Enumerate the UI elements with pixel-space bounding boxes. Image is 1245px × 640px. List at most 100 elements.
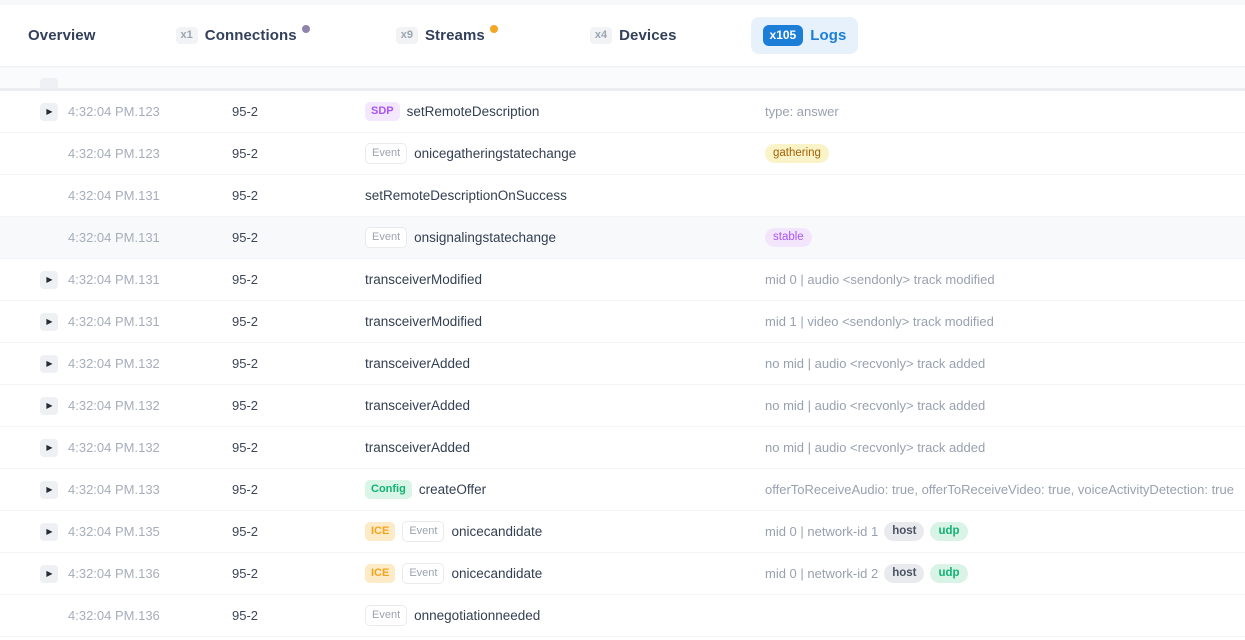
- play-icon: ▶: [46, 444, 52, 452]
- log-timestamp: 4:32:04 PM.123: [68, 104, 232, 119]
- log-row[interactable]: ▶ 4:32:04 PM.123 95-2 SDPsetRemoteDescri…: [0, 91, 1245, 133]
- connection-id: 95-2: [232, 104, 365, 119]
- play-icon: ▶: [46, 360, 52, 368]
- detail-cell: mid 1 | video <sendonly> track modified: [765, 314, 1245, 329]
- event-cell: setRemoteDescriptionOnSuccess: [365, 188, 765, 203]
- event-type-badge-ice: ICE: [365, 564, 395, 583]
- event-name: transceiverModified: [365, 314, 482, 329]
- detail-cell: type: answer: [765, 104, 1245, 119]
- connection-id: 95-2: [232, 356, 365, 371]
- expand-cell: ▶: [40, 271, 68, 289]
- event-name: transceiverAdded: [365, 356, 470, 371]
- connection-id: 95-2: [232, 608, 365, 623]
- expand-row-button[interactable]: ▶: [40, 313, 58, 331]
- log-timestamp: 4:32:04 PM.132: [68, 440, 232, 455]
- event-cell: transceiverAdded: [365, 356, 765, 371]
- expand-cell: ▶: [40, 103, 68, 121]
- detail-badge-udp: udp: [930, 522, 967, 542]
- event-cell: Event onsignalingstatechange: [365, 227, 765, 248]
- log-row[interactable]: ▶ 4:32:04 PM.136 95-2 ICEEventonicecandi…: [0, 553, 1245, 595]
- connection-id: 95-2: [232, 482, 365, 497]
- event-cell: ICE Event onicecandidate: [365, 521, 765, 542]
- log-timestamp: 4:32:04 PM.131: [68, 188, 232, 203]
- expand-row-button[interactable]: ▶: [40, 439, 58, 457]
- event-name: onicecandidate: [451, 524, 542, 539]
- log-row[interactable]: 4:32:04 PM.131 95-2 setRemoteDescription…: [0, 175, 1245, 217]
- log-row[interactable]: ▶ 4:32:04 PM.132 95-2 transceiverAdded n…: [0, 385, 1245, 427]
- log-row[interactable]: ▶ 4:32:04 PM.135 95-2 ICEEventonicecandi…: [0, 511, 1245, 553]
- partial-log-row[interactable]: [0, 68, 1245, 91]
- play-icon: ▶: [46, 570, 52, 578]
- expand-row-button[interactable]: ▶: [40, 565, 58, 583]
- log-rows-container: ▶ 4:32:04 PM.123 95-2 SDPsetRemoteDescri…: [0, 91, 1245, 637]
- log-row[interactable]: 4:32:04 PM.131 95-2 Eventonsignalingstat…: [0, 217, 1245, 259]
- event-name: setRemoteDescription: [407, 104, 540, 119]
- detail-text: no mid | audio <recvonly> track added: [765, 398, 985, 413]
- event-type-badge-ice: ICE: [365, 522, 395, 541]
- detail-text: mid 1 | video <sendonly> track modified: [765, 314, 994, 329]
- event-cell: Event onnegotiationneeded: [365, 605, 765, 626]
- tab-count-badge: x4: [590, 27, 612, 44]
- event-cell: ICEEventonicecandidate: [365, 563, 765, 584]
- detail-cell: gathering: [765, 144, 1245, 164]
- play-icon: ▶: [46, 528, 52, 536]
- connection-id: 95-2: [232, 230, 365, 245]
- log-timestamp: 4:32:04 PM.123: [68, 146, 232, 161]
- detail-text: mid 0 | network-id 1: [765, 524, 878, 539]
- expand-row-button[interactable]: ▶: [40, 397, 58, 415]
- expand-cell: ▶: [40, 313, 68, 331]
- play-icon: ▶: [46, 108, 52, 116]
- log-row[interactable]: ▶ 4:32:04 PM.133 95-2 ConfigcreateOffer …: [0, 469, 1245, 511]
- expand-row-button[interactable]: ▶: [40, 481, 58, 499]
- detail-badge-udp: udp: [930, 564, 967, 584]
- log-row[interactable]: 4:32:04 PM.136 95-2 Event onnegotiationne…: [0, 595, 1245, 637]
- expand-row-button[interactable]: ▶: [40, 103, 58, 121]
- tab-connections[interactable]: x1 Connections: [176, 27, 310, 44]
- event-type-badge-event: Event: [402, 521, 444, 542]
- log-timestamp: 4:32:04 PM.135: [68, 524, 232, 539]
- expand-row-button[interactable]: ▶: [40, 271, 58, 289]
- expand-cell: ▶: [40, 397, 68, 415]
- log-timestamp: 4:32:04 PM.131: [68, 314, 232, 329]
- event-cell: SDPsetRemoteDescription: [365, 102, 765, 121]
- detail-text: mid 0 | network-id 2: [765, 566, 878, 581]
- event-name: onnegotiationneeded: [414, 608, 540, 623]
- event-name: onsignalingstatechange: [414, 230, 556, 245]
- tab-count-badge: x1: [176, 27, 198, 44]
- expand-row-button[interactable]: ▶: [40, 523, 58, 541]
- event-name: transceiverModified: [365, 272, 482, 287]
- log-row[interactable]: ▶ 4:32:04 PM.132 95-2 transceiverAdded n…: [0, 343, 1245, 385]
- log-row[interactable]: 4:32:04 PM.123 95-2 Eventonicegatherings…: [0, 133, 1245, 175]
- tab-count-badge: x9: [396, 27, 418, 44]
- event-type-badge-event: Event: [365, 227, 407, 248]
- expand-cell: ▶: [40, 523, 68, 541]
- expand-row-button[interactable]: [40, 78, 58, 91]
- detail-cell: no mid | audio <recvonly> track added: [765, 398, 1245, 413]
- event-type-badge-event: Event: [365, 605, 407, 626]
- tab-count-badge: x105: [763, 25, 804, 45]
- log-row[interactable]: ▶ 4:32:04 PM.132 95-2 transceiverAdded n…: [0, 427, 1245, 469]
- log-row[interactable]: ▶ 4:32:04 PM.131 95-2 transceiverModifie…: [0, 259, 1245, 301]
- event-cell: transceiverModified: [365, 272, 765, 287]
- event-name: transceiverAdded: [365, 398, 470, 413]
- tab-devices[interactable]: x4 Devices: [590, 27, 677, 44]
- tab-logs[interactable]: x105 Logs: [751, 17, 859, 53]
- log-timestamp: 4:32:04 PM.136: [68, 608, 232, 623]
- event-name: onicecandidate: [451, 566, 542, 581]
- log-row[interactable]: ▶ 4:32:04 PM.131 95-2 transceiverModifie…: [0, 301, 1245, 343]
- detail-text: no mid | audio <recvonly> track added: [765, 356, 985, 371]
- detail-text: no mid | audio <recvonly> track added: [765, 440, 985, 455]
- connection-id: 95-2: [232, 146, 365, 161]
- tab-label: Connections: [205, 27, 297, 44]
- expand-row-button[interactable]: ▶: [40, 355, 58, 373]
- detail-badge-gathering: gathering: [765, 144, 829, 164]
- log-table: ▶ 4:32:04 PM.123 95-2 SDPsetRemoteDescri…: [0, 68, 1245, 640]
- event-type-badge-event: Event: [365, 143, 407, 164]
- expand-cell: ▶: [40, 565, 68, 583]
- connection-id: 95-2: [232, 188, 365, 203]
- tab-streams[interactable]: x9 Streams: [396, 27, 498, 44]
- detail-cell: mid 0 | audio <sendonly> track modified: [765, 272, 1245, 287]
- play-icon: ▶: [46, 318, 52, 326]
- log-timestamp: 4:32:04 PM.131: [68, 272, 232, 287]
- tab-overview[interactable]: Overview: [28, 27, 96, 44]
